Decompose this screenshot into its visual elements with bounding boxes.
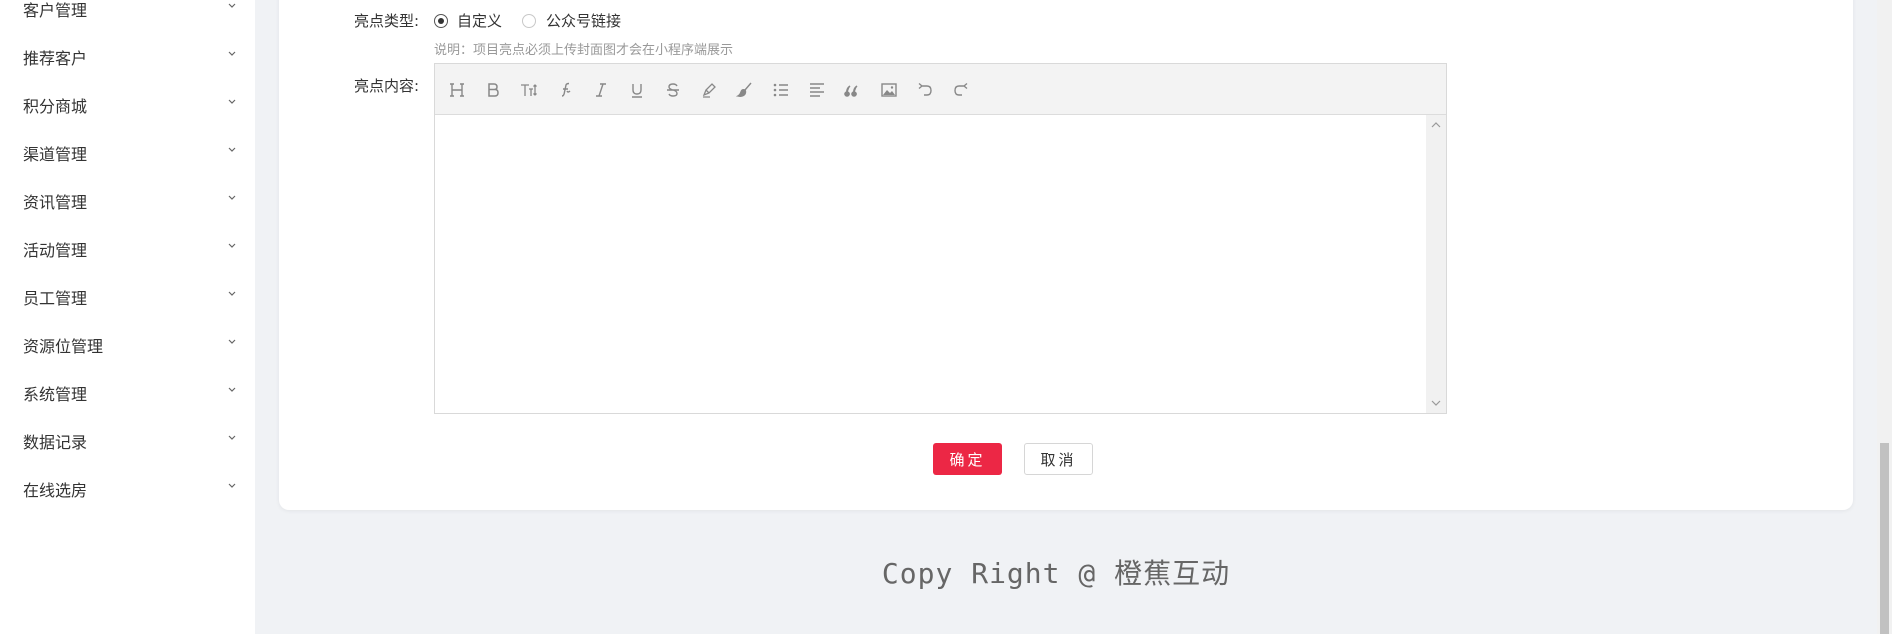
editor-toolbar — [435, 64, 1446, 115]
sidebar-item-activity-management[interactable]: 活动管理 — [0, 229, 255, 269]
radio-custom-label[interactable]: 自定义 — [457, 10, 502, 31]
heading-icon[interactable] — [447, 80, 467, 100]
highlight-pen-icon[interactable] — [699, 80, 719, 100]
cancel-button[interactable]: 取消 — [1024, 443, 1093, 475]
sidebar-item-label: 积分商城 — [23, 97, 88, 116]
sidebar-item-label: 资源位管理 — [23, 337, 104, 356]
sidebar: 客户管理 推荐客户 积分商城 渠道管理 资讯管理 活动管理 员工管理 资源位管理… — [0, 0, 255, 634]
page-scrollbar-thumb[interactable] — [1880, 443, 1889, 634]
radio-official-account-link-label[interactable]: 公众号链接 — [546, 10, 621, 31]
strikethrough-icon[interactable] — [663, 80, 683, 100]
chevron-down-icon — [228, 147, 236, 152]
footer-copyright: Copy Right @ 橙蕉互动 — [881, 557, 1231, 590]
page-scrollbar[interactable] — [1877, 0, 1892, 634]
editor-scrollbar[interactable] — [1426, 115, 1446, 413]
hint-text: 说明：项目亮点必须上传封面图才会在小程序端展示 — [434, 43, 734, 58]
sidebar-item-data-records[interactable]: 数据记录 — [0, 421, 255, 461]
sidebar-item-label: 系统管理 — [23, 385, 88, 404]
font-family-icon[interactable] — [555, 80, 575, 100]
sidebar-item-news-management[interactable]: 资讯管理 — [0, 181, 255, 221]
rich-text-editor — [434, 63, 1447, 414]
align-icon[interactable] — [807, 80, 827, 100]
sidebar-item-resource-slot-management[interactable]: 资源位管理 — [0, 325, 255, 365]
editor-content-area[interactable] — [435, 115, 1425, 413]
undo-icon[interactable] — [915, 80, 935, 100]
quote-icon[interactable] — [843, 80, 863, 100]
underline-icon[interactable] — [627, 80, 647, 100]
sidebar-item-staff-management[interactable]: 员工管理 — [0, 277, 255, 317]
highlight-type-label: 亮点类型: — [354, 12, 420, 30]
chevron-down-icon — [228, 99, 236, 104]
chevron-down-icon — [228, 339, 236, 344]
sidebar-item-channel-management[interactable]: 渠道管理 — [0, 133, 255, 173]
radio-official-account-link[interactable] — [522, 14, 536, 28]
chevron-down-icon — [228, 387, 236, 392]
sidebar-item-label: 渠道管理 — [23, 145, 88, 164]
sidebar-item-label: 在线选房 — [23, 481, 88, 500]
image-icon[interactable] — [879, 80, 899, 100]
sidebar-item-points-mall[interactable]: 积分商城 — [0, 85, 255, 125]
scroll-up-arrow-icon[interactable] — [1431, 121, 1441, 129]
list-icon[interactable] — [771, 80, 791, 100]
sidebar-item-label: 推荐客户 — [23, 49, 88, 68]
sidebar-item-system-management[interactable]: 系统管理 — [0, 373, 255, 413]
chevron-down-icon — [228, 243, 236, 248]
chevron-down-icon — [228, 51, 236, 56]
font-size-icon[interactable] — [519, 80, 539, 100]
sidebar-item-online-room-selection[interactable]: 在线选房 — [0, 469, 255, 509]
sidebar-item-label: 活动管理 — [23, 241, 88, 260]
chevron-down-icon — [228, 195, 236, 200]
sidebar-item-label: 客户管理 — [23, 1, 88, 20]
sidebar-item-label: 资讯管理 — [23, 193, 88, 212]
italic-icon[interactable] — [591, 80, 611, 100]
sidebar-item-customer-management[interactable]: 客户管理 — [0, 0, 255, 29]
sidebar-item-label: 数据记录 — [23, 433, 88, 452]
chevron-down-icon — [228, 3, 236, 8]
brush-icon[interactable] — [735, 80, 755, 100]
radio-custom[interactable] — [434, 14, 448, 28]
sidebar-item-label: 员工管理 — [23, 289, 88, 308]
redo-icon[interactable] — [951, 80, 971, 100]
sidebar-item-recommended-customers[interactable]: 推荐客户 — [0, 37, 255, 77]
bold-icon[interactable] — [483, 80, 503, 100]
confirm-button[interactable]: 确定 — [933, 443, 1002, 475]
highlight-content-label: 亮点内容: — [354, 77, 420, 95]
chevron-down-icon — [228, 483, 236, 488]
chevron-down-icon — [228, 291, 236, 296]
scroll-down-arrow-icon[interactable] — [1431, 399, 1441, 407]
chevron-down-icon — [228, 435, 236, 440]
